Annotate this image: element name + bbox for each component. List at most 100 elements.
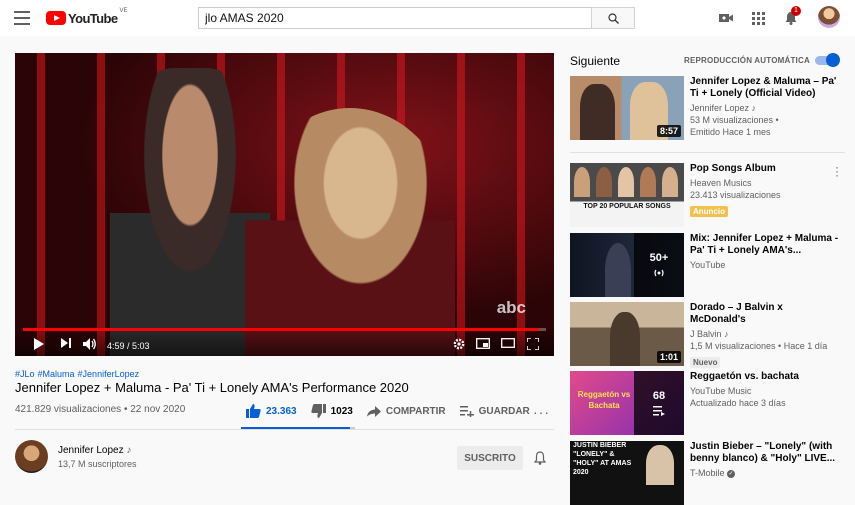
view-count: 421.829 visualizaciones xyxy=(15,404,121,415)
thumb-caption: JUSTIN BIEBER "LONELY" & "HOLY" AT AMAS … xyxy=(573,441,641,477)
thumbs-up-icon xyxy=(246,404,261,418)
verified-check-icon: ✓ xyxy=(727,470,735,478)
card-channel-row: T-Mobile ✓ xyxy=(690,467,840,479)
hashtag-link[interactable]: #JenniferLopez xyxy=(78,369,140,379)
theater-mode-icon[interactable] xyxy=(501,338,515,351)
notifications-bell-icon[interactable]: 1 xyxy=(783,10,799,26)
duration-badge: 1:01 xyxy=(657,351,681,363)
search-input[interactable] xyxy=(198,7,591,29)
miniplayer-icon[interactable] xyxy=(476,338,490,352)
progress-bar[interactable] xyxy=(23,328,546,331)
video-info: Reggaetón vs. bachata YouTube Music Actu… xyxy=(690,371,840,409)
card-views: 53 M visualizaciones • xyxy=(690,114,840,126)
subscribed-button[interactable]: SUSCRITO xyxy=(457,446,523,470)
card-channel: Jennifer Lopez ♪ xyxy=(690,102,840,114)
up-next-heading: Siguiente xyxy=(570,54,620,68)
card-channel: Heaven Musics xyxy=(690,177,840,189)
more-actions-icon[interactable]: ··· xyxy=(533,404,550,420)
dislike-button[interactable]: 1023 xyxy=(311,404,353,418)
thumb-caption: Reggaetón vs Bachata xyxy=(576,389,632,411)
card-title: Justin Bieber – "Lonely" (with benny bla… xyxy=(690,441,840,465)
time-total: 5:03 xyxy=(132,341,150,351)
toggle-knob xyxy=(826,53,840,67)
autoplay-toggle[interactable] xyxy=(815,56,837,65)
meta-separator: • xyxy=(121,404,130,415)
new-badge: Nuevo xyxy=(690,357,720,368)
video-info: Jennifer Lopez & Maluma – Pa' Ti + Lonel… xyxy=(690,76,840,138)
share-button[interactable]: COMPARTIR xyxy=(367,406,446,417)
card-title: Jennifer Lopez & Maluma – Pa' Ti + Lonel… xyxy=(690,76,840,100)
logo-text: YouTube xyxy=(68,11,117,26)
next-icon[interactable] xyxy=(61,338,71,351)
video-thumbnail[interactable]: TOP 20 POPULAR SONGS xyxy=(570,163,684,227)
youtube-logo[interactable]: YouTube VE xyxy=(46,10,128,26)
channel-watermark: abc xyxy=(497,298,526,318)
channel-name[interactable]: Jennifer Lopez ♪ xyxy=(58,445,131,456)
thumb-figure xyxy=(640,167,656,197)
card-channel: YouTube xyxy=(690,259,840,271)
thumb-figure xyxy=(580,84,615,140)
hashtag-link[interactable]: #JLo xyxy=(15,369,35,379)
thumb-figure xyxy=(605,243,631,297)
more-options-icon[interactable]: ··· xyxy=(835,165,839,177)
account-avatar[interactable] xyxy=(818,6,840,28)
time-separator: / xyxy=(125,341,133,351)
card-views: 23.413 visualizaciones xyxy=(690,189,840,201)
settings-gear-icon[interactable] xyxy=(453,338,465,353)
video-thumbnail[interactable]: JUSTIN BIEBER "LONELY" & "HOLY" AT AMAS … xyxy=(570,441,684,505)
music-note-icon: ♪ xyxy=(126,445,131,456)
menu-icon[interactable] xyxy=(14,11,30,25)
dislike-count: 1023 xyxy=(331,406,353,417)
save-button[interactable]: GUARDAR xyxy=(460,405,530,417)
video-thumbnail[interactable]: 50+ xyxy=(570,233,684,297)
video-player[interactable]: abc 4:59 / 5:03 xyxy=(15,53,554,356)
card-title: Mix: Jennifer Lopez + Maluma - Pa' Ti + … xyxy=(690,233,840,257)
autoplay-label: REPRODUCCIÓN AUTOMÁTICA xyxy=(684,56,810,65)
progress-fill xyxy=(23,328,539,331)
playlist-add-icon xyxy=(460,405,474,417)
radio-icon xyxy=(652,268,666,278)
video-thumbnail[interactable]: Reggaetón vs Bachata 68 xyxy=(570,371,684,435)
save-label: GUARDAR xyxy=(479,406,530,417)
hashtag-link[interactable]: #Maluma xyxy=(38,369,75,379)
notification-bell-icon[interactable] xyxy=(534,451,546,470)
apps-grid-icon[interactable] xyxy=(750,10,766,26)
subscriber-count: 13,7 M suscriptores xyxy=(58,459,137,469)
card-updated: Actualizado hace 3 días xyxy=(690,397,840,409)
volume-icon[interactable] xyxy=(83,338,97,353)
card-channel: YouTube Music xyxy=(690,385,840,397)
share-label: COMPARTIR xyxy=(386,406,446,417)
card-title: Pop Songs Album xyxy=(690,163,840,175)
duration-badge: 8:57 xyxy=(657,125,681,137)
search-button[interactable] xyxy=(591,7,635,29)
play-icon[interactable] xyxy=(33,338,44,353)
video-meta: 421.829 visualizaciones • 22 nov 2020 xyxy=(15,404,185,415)
player-controls: 4:59 / 5:03 xyxy=(15,328,554,356)
search-icon xyxy=(608,13,619,24)
hashtags: #JLo#Maluma#JenniferLopez xyxy=(15,369,142,379)
time-current: 4:59 xyxy=(107,341,125,351)
thumbs-down-icon xyxy=(311,404,326,418)
fullscreen-icon[interactable] xyxy=(527,338,539,353)
divider xyxy=(570,152,845,153)
like-button[interactable]: 23.363 xyxy=(246,404,297,418)
video-info: Justin Bieber – "Lonely" (with benny bla… xyxy=(690,441,840,479)
thumb-caption: TOP 20 POPULAR SONGS xyxy=(570,203,684,210)
thumb-figure xyxy=(574,167,590,197)
video-actions: 23.363 1023 COMPARTIR GUARDAR xyxy=(246,402,544,420)
create-video-icon[interactable] xyxy=(718,10,734,26)
video-thumbnail[interactable]: 8:57 xyxy=(570,76,684,140)
channel-avatar[interactable] xyxy=(15,440,48,473)
thumb-figure xyxy=(662,167,678,197)
thumb-figure xyxy=(610,312,640,366)
playlist-overlay: 68 xyxy=(634,371,684,435)
video-thumbnail[interactable]: 1:01 xyxy=(570,302,684,366)
playlist-count: 68 xyxy=(653,390,665,402)
mix-count: 50+ xyxy=(650,252,669,264)
card-channel: T-Mobile xyxy=(690,468,725,478)
thumb-figure xyxy=(596,167,612,197)
divider xyxy=(15,429,554,430)
mix-overlay: 50+ xyxy=(634,233,684,297)
youtube-play-icon xyxy=(46,11,66,25)
video-info: Mix: Jennifer Lopez + Maluma - Pa' Ti + … xyxy=(690,233,840,271)
